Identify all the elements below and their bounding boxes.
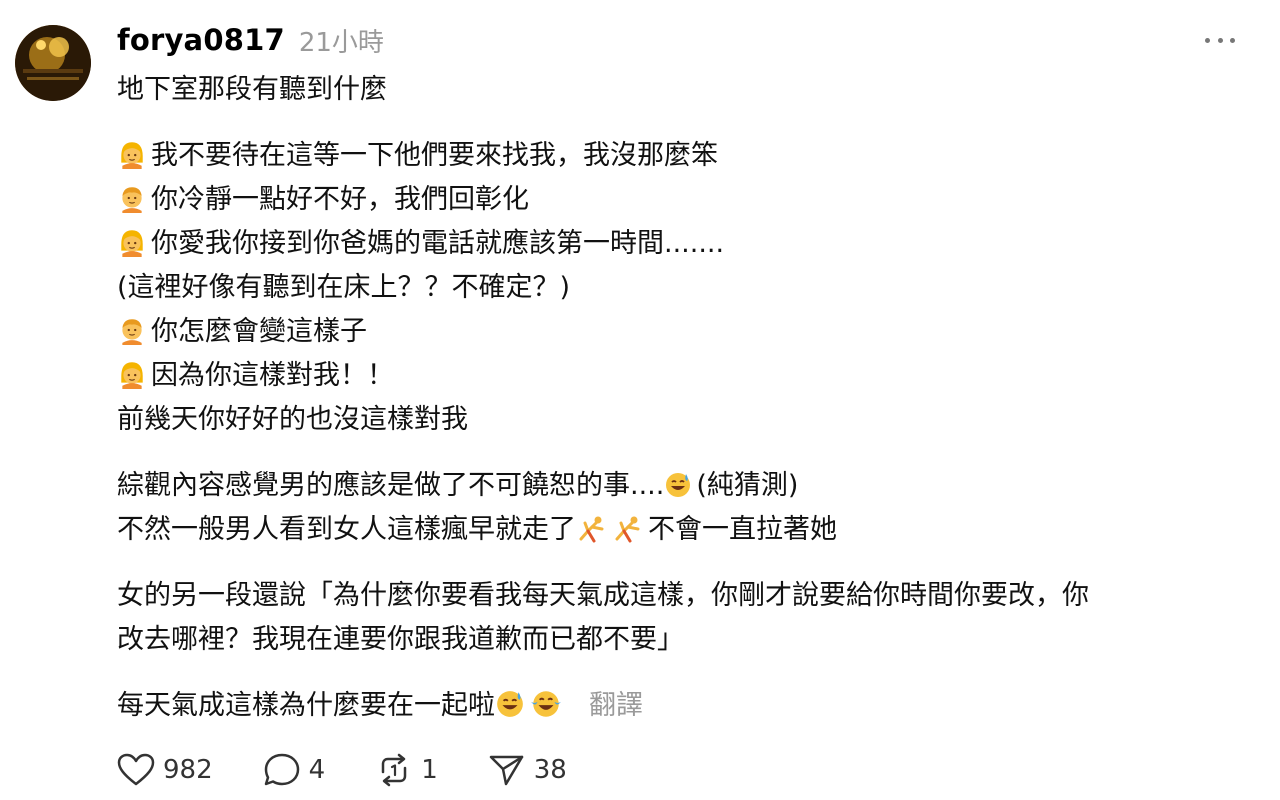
avatar[interactable] <box>15 25 91 101</box>
post-text-segment: 每天氣成這樣為什麼要在一起啦 <box>117 690 495 721</box>
comment-icon <box>264 753 299 786</box>
dialog-line: 你冷靜一點好不好，我們回彰化 <box>117 178 1247 222</box>
share-count: 38 <box>533 755 567 785</box>
man-emoji-icon <box>117 183 147 227</box>
cartwheel-emoji-icon <box>612 513 644 557</box>
dialog-line: 我不要待在這等一下他們要來找我，我沒那麼笨 <box>117 134 1247 178</box>
repost-icon <box>381 753 407 787</box>
dialog-line: 你愛我你接到你爸媽的電話就應該第一時間....... <box>117 222 1247 266</box>
dialog-text: 前幾天你好好的也沒這樣對我 <box>117 404 468 435</box>
post-text-line: 改去哪裡？我現在連要你跟我道歉而已都不要」 <box>117 624 684 655</box>
dot-icon <box>1230 37 1235 43</box>
dialog-block: 我不要待在這等一下他們要來找我，我沒那麼笨 你冷靜一點好不好，我們回彰化你愛我你接… <box>117 134 1247 442</box>
comment-count: 4 <box>308 755 326 785</box>
dialog-line: 前幾天你好好的也沒這樣對我 <box>117 398 1247 442</box>
threads-post: forya0817 21小時 地下室那段有聽到什麼 我不要待在這等一下他們要來找… <box>0 0 1280 800</box>
woman-emoji-icon <box>117 227 147 271</box>
post-header: forya0817 21小時 <box>117 20 384 60</box>
timestamp[interactable]: 21小時 <box>299 22 384 59</box>
post-text-segment: (純猜測) <box>696 470 799 501</box>
dot-icon <box>1217 37 1223 43</box>
post-text-segment: 不會一直拉著她 <box>648 514 837 545</box>
dialog-text: 你怎麼會變這樣子 <box>151 316 367 347</box>
cartwheel-emoji-icon <box>576 513 608 557</box>
like-count: 982 <box>163 755 213 785</box>
repost-count: 1 <box>421 755 438 785</box>
username[interactable]: forya0817 <box>117 23 285 57</box>
more-options-button[interactable] <box>1205 28 1235 52</box>
post-text-line: 每天氣成這樣為什麼要在一起啦 翻譯 <box>117 684 1247 728</box>
post-text-line: 地下室那段有聽到什麼 <box>117 74 387 105</box>
woman-emoji-icon <box>117 359 147 403</box>
send-icon <box>489 755 523 786</box>
dot-icon <box>1205 37 1210 43</box>
post-text-line: 綜觀內容感覺男的應該是做了不可饒恕的事.... (純猜測) <box>117 464 1247 508</box>
translate-link[interactable]: 翻譯 <box>589 690 643 721</box>
dialog-text: 因為你這樣對我！！ <box>151 360 394 391</box>
comment-button[interactable]: 4 <box>263 752 326 788</box>
post-text-line: 不然一般男人看到女人這樣瘋早就走了 不會一直拉著她 <box>117 508 1247 552</box>
share-button[interactable]: 38 <box>488 752 567 788</box>
post-body: 地下室那段有聽到什麼 我不要待在這等一下他們要來找我，我沒那麼笨 你冷靜一點好不好… <box>117 68 1247 728</box>
sweat-smile-emoji-icon <box>495 689 525 733</box>
like-button[interactable]: 982 <box>117 753 213 787</box>
repost-button[interactable]: 1 <box>375 752 438 788</box>
post-text-segment: 不然一般男人看到女人這樣瘋早就走了 <box>117 514 576 545</box>
tears-of-joy-emoji-icon <box>529 689 563 733</box>
action-bar: 982 4 1 38 <box>117 748 617 792</box>
dialog-line: (這裡好像有聽到在床上？？不確定？) <box>117 266 1247 310</box>
dialog-line: 你怎麼會變這樣子 <box>117 310 1247 354</box>
post-text-segment: 綜觀內容感覺男的應該是做了不可饒恕的事.... <box>117 470 665 501</box>
dialog-line: 因為你這樣對我！！ <box>117 354 1247 398</box>
dialog-text: 我不要待在這等一下他們要來找我，我沒那麼笨 <box>151 140 718 171</box>
woman-emoji-icon <box>117 139 147 183</box>
dialog-text: 你冷靜一點好不好，我們回彰化 <box>151 184 529 215</box>
dialog-text: (這裡好像有聽到在床上？？不確定？) <box>117 272 571 303</box>
post-text-line: 女的另一段還說「為什麼你要看我每天氣成這樣，你剛才說要給你時間你要改，你 <box>117 580 1089 611</box>
dialog-text: 你愛我你接到你爸媽的電話就應該第一時間....... <box>151 228 725 259</box>
heart-icon <box>117 753 155 786</box>
man-emoji-icon <box>117 315 147 359</box>
sweat-smile-emoji-icon <box>664 469 692 513</box>
